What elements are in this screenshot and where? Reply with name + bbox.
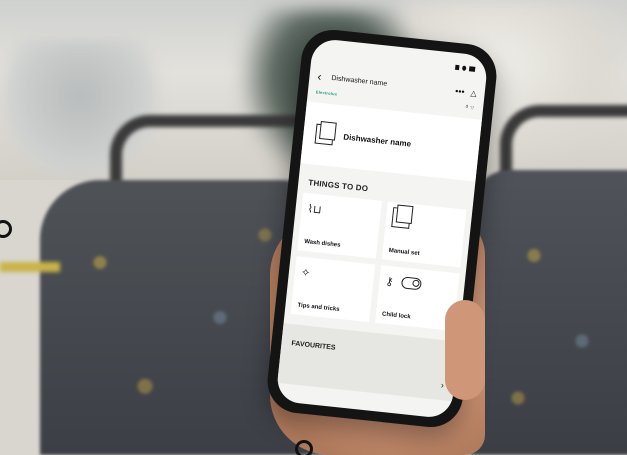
thumb <box>445 300 485 400</box>
tile-tips-and-tricks[interactable]: ✧ Tips and tricks <box>290 256 376 323</box>
circle-marker-left <box>0 220 12 238</box>
key-icon: ⚷ <box>384 275 395 288</box>
bus-seat-right <box>470 170 627 455</box>
more-icon[interactable]: ••• <box>455 86 465 97</box>
dishwasher-icon <box>314 123 335 146</box>
tile-label: Wash dishes <box>303 238 341 249</box>
battery-icon <box>468 65 476 72</box>
back-arrow-icon[interactable]: ‹ <box>317 69 332 84</box>
circle-marker-bottom <box>295 440 313 455</box>
yellow-handrail <box>0 262 60 272</box>
signal-icon <box>455 64 460 70</box>
chevron-right-icon[interactable]: › <box>440 380 444 390</box>
tile-label: Manual set <box>388 247 420 258</box>
child-lock-toggle[interactable] <box>400 276 423 291</box>
tile-manual-set[interactable]: Manual set <box>381 201 467 268</box>
wifi-icon <box>462 65 467 71</box>
favourites-heading: FAVOURITES <box>291 340 336 352</box>
sparkle-icon: ✧ <box>300 266 311 280</box>
tile-label: Tips and tricks <box>297 302 340 313</box>
tile-label: Child lock <box>381 311 411 321</box>
things-to-do-grid: ⌇⊔ Wash dishes Manual set ✧ Tips and tri… <box>285 192 473 332</box>
device-name: Dishwasher name <box>342 131 412 149</box>
tile-wash-dishes[interactable]: ⌇⊔ Wash dishes <box>297 192 382 259</box>
bell-icon[interactable]: △ <box>470 88 477 98</box>
favourites-section[interactable]: FAVOURITES › <box>277 323 459 402</box>
wash-dishes-icon: ⌇⊔ <box>307 202 323 217</box>
photo-scene: ‹ Dishwasher name ••• △ Electrolux ᵈ ⌔ D… <box>0 0 627 455</box>
manual-icon <box>391 207 412 229</box>
brand-logo: Electrolux <box>315 88 338 97</box>
connection-icons: ᵈ ⌔ <box>465 105 476 113</box>
